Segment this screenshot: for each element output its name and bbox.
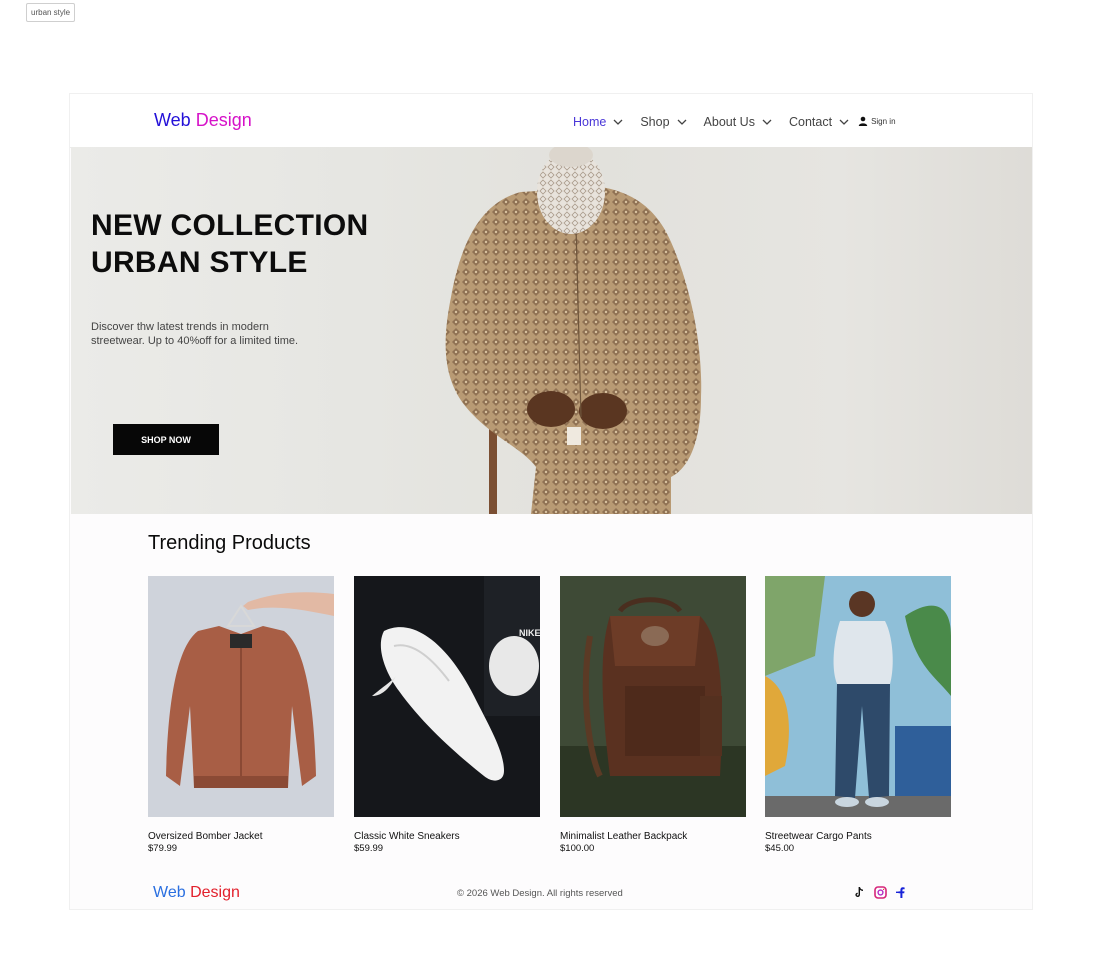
- brand-word-2: Design: [195, 110, 252, 130]
- user-icon: [858, 116, 868, 126]
- hero-heading-line-1: NEW COLLECTION: [91, 209, 369, 242]
- nav-item-home[interactable]: Home: [573, 115, 624, 129]
- hero-heading: NEW COLLECTION URBAN STYLE: [91, 207, 369, 281]
- white-sneakers-image[interactable]: NIKE: [354, 576, 541, 817]
- nav-item-shop[interactable]: Shop: [640, 115, 687, 129]
- product-price: $79.99: [148, 843, 178, 854]
- svg-text:NIKE: NIKE: [519, 628, 540, 638]
- product-name[interactable]: Oversized Bomber Jacket: [148, 831, 334, 842]
- hero-banner: NEW COLLECTION URBAN STYLE Discover thw …: [71, 147, 1032, 514]
- footer-brand-word-2: Design: [190, 884, 240, 901]
- page-frame: Web Design Home Shop About Us Contact Si…: [69, 93, 1033, 910]
- chevron-down-icon: [839, 119, 849, 125]
- shop-now-button[interactable]: SHOP NOW: [113, 424, 219, 455]
- hero-description: Discover thw latest trends in modern str…: [91, 321, 299, 347]
- brand-word-1: Web: [154, 110, 191, 130]
- sign-in-label: Sign in: [871, 116, 896, 126]
- footer-brand-logo[interactable]: Web Design: [153, 884, 240, 902]
- hero-model-image: [445, 147, 702, 514]
- copyright-text: © 2026 Web Design. All rights reserved: [457, 888, 623, 899]
- nav-item-contact[interactable]: Contact: [789, 115, 850, 129]
- nav-item-about-us[interactable]: About Us: [704, 115, 773, 129]
- product-grid: Oversized Bomber Jacket $79.99 NIKE Clas…: [148, 576, 951, 854]
- tiktok-icon[interactable]: [853, 886, 866, 899]
- product-name[interactable]: Minimalist Leather Backpack: [560, 831, 746, 842]
- brand-logo[interactable]: Web Design: [154, 110, 252, 131]
- tab-label: urban style: [26, 3, 76, 22]
- product-card[interactable]: NIKE Classic White Sneakers $59.99: [354, 576, 541, 854]
- product-card[interactable]: Streetwear Cargo Pants $45.00: [765, 576, 951, 854]
- top-navbar: Web Design Home Shop About Us Contact Si…: [70, 94, 1032, 148]
- footer-brand-word-1: Web: [153, 884, 186, 901]
- chevron-down-icon: [762, 119, 772, 125]
- bomber-jacket-image[interactable]: [148, 576, 334, 817]
- product-name[interactable]: Classic White Sneakers: [354, 831, 540, 842]
- nav-menu: Home Shop About Us Contact Sign in: [573, 115, 896, 129]
- product-card[interactable]: Minimalist Leather Backpack $100.00: [560, 576, 746, 854]
- product-price: $100.00: [560, 843, 595, 854]
- product-card[interactable]: Oversized Bomber Jacket $79.99: [148, 576, 334, 854]
- nav-item-label: Contact: [788, 115, 833, 129]
- leather-backpack-image[interactable]: [560, 576, 746, 817]
- nav-item-label: About Us: [703, 115, 755, 129]
- nav-item-label: Home: [573, 115, 607, 129]
- cargo-pants-image[interactable]: [765, 576, 951, 817]
- product-price: $45.00: [765, 843, 795, 854]
- sign-in-link[interactable]: Sign in: [858, 116, 896, 126]
- trending-heading: Trending Products: [148, 532, 311, 554]
- product-price: $59.99: [354, 843, 384, 854]
- facebook-icon[interactable]: [895, 886, 908, 899]
- chevron-down-icon: [677, 119, 687, 125]
- nav-item-label: Shop: [640, 115, 670, 129]
- social-links: [853, 886, 916, 899]
- chevron-down-icon: [613, 119, 623, 125]
- instagram-icon[interactable]: [874, 886, 887, 899]
- product-name[interactable]: Streetwear Cargo Pants: [765, 831, 951, 842]
- hero-heading-line-2: URBAN STYLE: [91, 246, 308, 279]
